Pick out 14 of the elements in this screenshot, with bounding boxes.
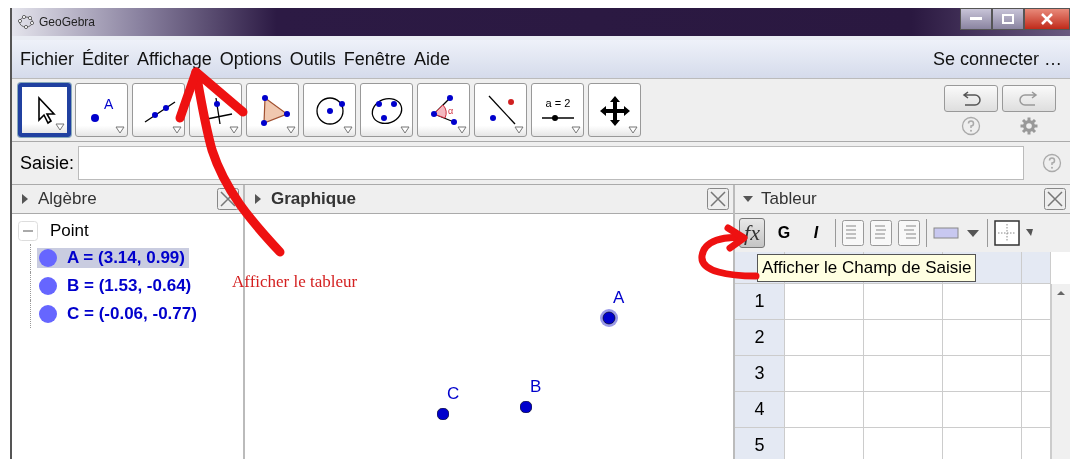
panel-title: Algèbre xyxy=(38,189,97,209)
panel-title: Graphique xyxy=(271,189,356,209)
point-label: B xyxy=(530,377,542,397)
group-label: Point xyxy=(50,221,89,241)
point-label: C xyxy=(447,384,460,404)
point-definition: B = (1.53, -0.64) xyxy=(67,276,192,296)
point-label: A xyxy=(613,288,625,308)
point-definition: A = (3.14, 0.99) xyxy=(67,248,185,268)
annotation-text: Afficher le tableur xyxy=(232,272,358,292)
point-definition: C = (-0.06, -0.77) xyxy=(67,304,197,324)
tooltip: Afficher le Champ de Saisie xyxy=(757,254,977,282)
panel-title: Tableur xyxy=(761,189,817,209)
input-label: Saisie: xyxy=(20,152,75,174)
window-title: GeoGebra xyxy=(39,15,96,29)
